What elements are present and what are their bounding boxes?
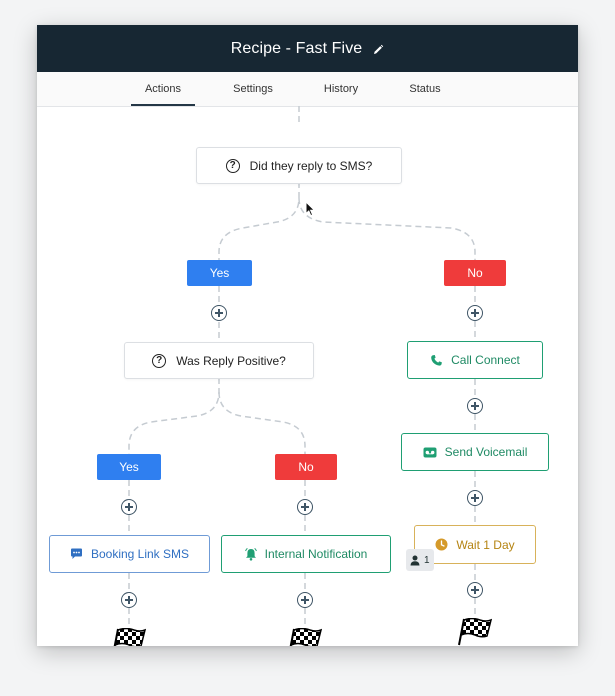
condition-text: Was Reply Positive?	[176, 353, 286, 368]
voicemail-icon	[423, 447, 437, 458]
no-branch-label[interactable]: No	[275, 454, 337, 480]
action-label: Internal Notification	[264, 547, 368, 561]
add-step-button[interactable]	[467, 490, 483, 506]
tab-settings[interactable]: Settings	[223, 72, 283, 106]
checkered-flag-icon	[458, 618, 492, 646]
action-internal-notification[interactable]: Internal Notification	[221, 535, 391, 573]
tab-actions[interactable]: Actions	[131, 72, 195, 106]
recipe-title: Recipe - Fast Five	[230, 39, 363, 57]
condition-replied-sms[interactable]: ? Did they reply to SMS?	[196, 147, 402, 184]
tab-status[interactable]: Status	[395, 72, 455, 106]
tab-bar: Actions Settings History Status	[37, 72, 578, 107]
mouse-cursor-icon	[305, 201, 316, 217]
question-circle-icon: ?	[225, 158, 240, 173]
question-circle-icon: ?	[152, 353, 167, 368]
person-icon	[410, 555, 420, 566]
clock-icon	[435, 538, 448, 551]
add-step-button[interactable]	[211, 305, 227, 321]
action-label: Send Voicemail	[444, 445, 528, 459]
add-step-button[interactable]	[467, 305, 483, 321]
checkered-flag-icon	[289, 628, 322, 646]
action-booking-link-sms[interactable]: Booking Link SMS	[49, 535, 210, 573]
chat-bubble-icon	[70, 548, 83, 560]
action-label: Call Connect	[451, 353, 520, 367]
add-step-button[interactable]	[297, 592, 313, 608]
condition-text: Did they reply to SMS?	[249, 158, 373, 173]
contact-count: 1	[424, 554, 430, 566]
checkered-flag-icon	[113, 628, 146, 646]
action-call-connect[interactable]: Call Connect	[407, 341, 543, 379]
workflow-canvas: ? Did they reply to SMS? Yes No ? Was Re…	[37, 106, 578, 646]
action-label: Wait 1 Day	[456, 537, 515, 552]
action-label: Booking Link SMS	[90, 547, 190, 561]
header-bar: Recipe - Fast Five	[37, 25, 578, 72]
add-step-button[interactable]	[121, 499, 137, 515]
add-step-button[interactable]	[297, 499, 313, 515]
tab-history[interactable]: History	[311, 72, 371, 106]
add-step-button[interactable]	[121, 592, 137, 608]
yes-branch-label[interactable]: Yes	[187, 260, 252, 286]
condition-reply-positive[interactable]: ? Was Reply Positive?	[124, 342, 314, 379]
add-step-button[interactable]	[467, 582, 483, 598]
no-branch-label[interactable]: No	[444, 260, 506, 286]
bell-icon	[244, 547, 257, 561]
add-step-button[interactable]	[467, 398, 483, 414]
phone-icon	[430, 354, 443, 367]
contact-count-badge[interactable]: 1	[406, 549, 434, 571]
edit-pencil-icon[interactable]	[372, 43, 384, 55]
yes-branch-label[interactable]: Yes	[97, 454, 161, 480]
recipe-window: Recipe - Fast Five Actions Settings Hist…	[37, 25, 578, 646]
action-send-voicemail[interactable]: Send Voicemail	[401, 433, 549, 471]
